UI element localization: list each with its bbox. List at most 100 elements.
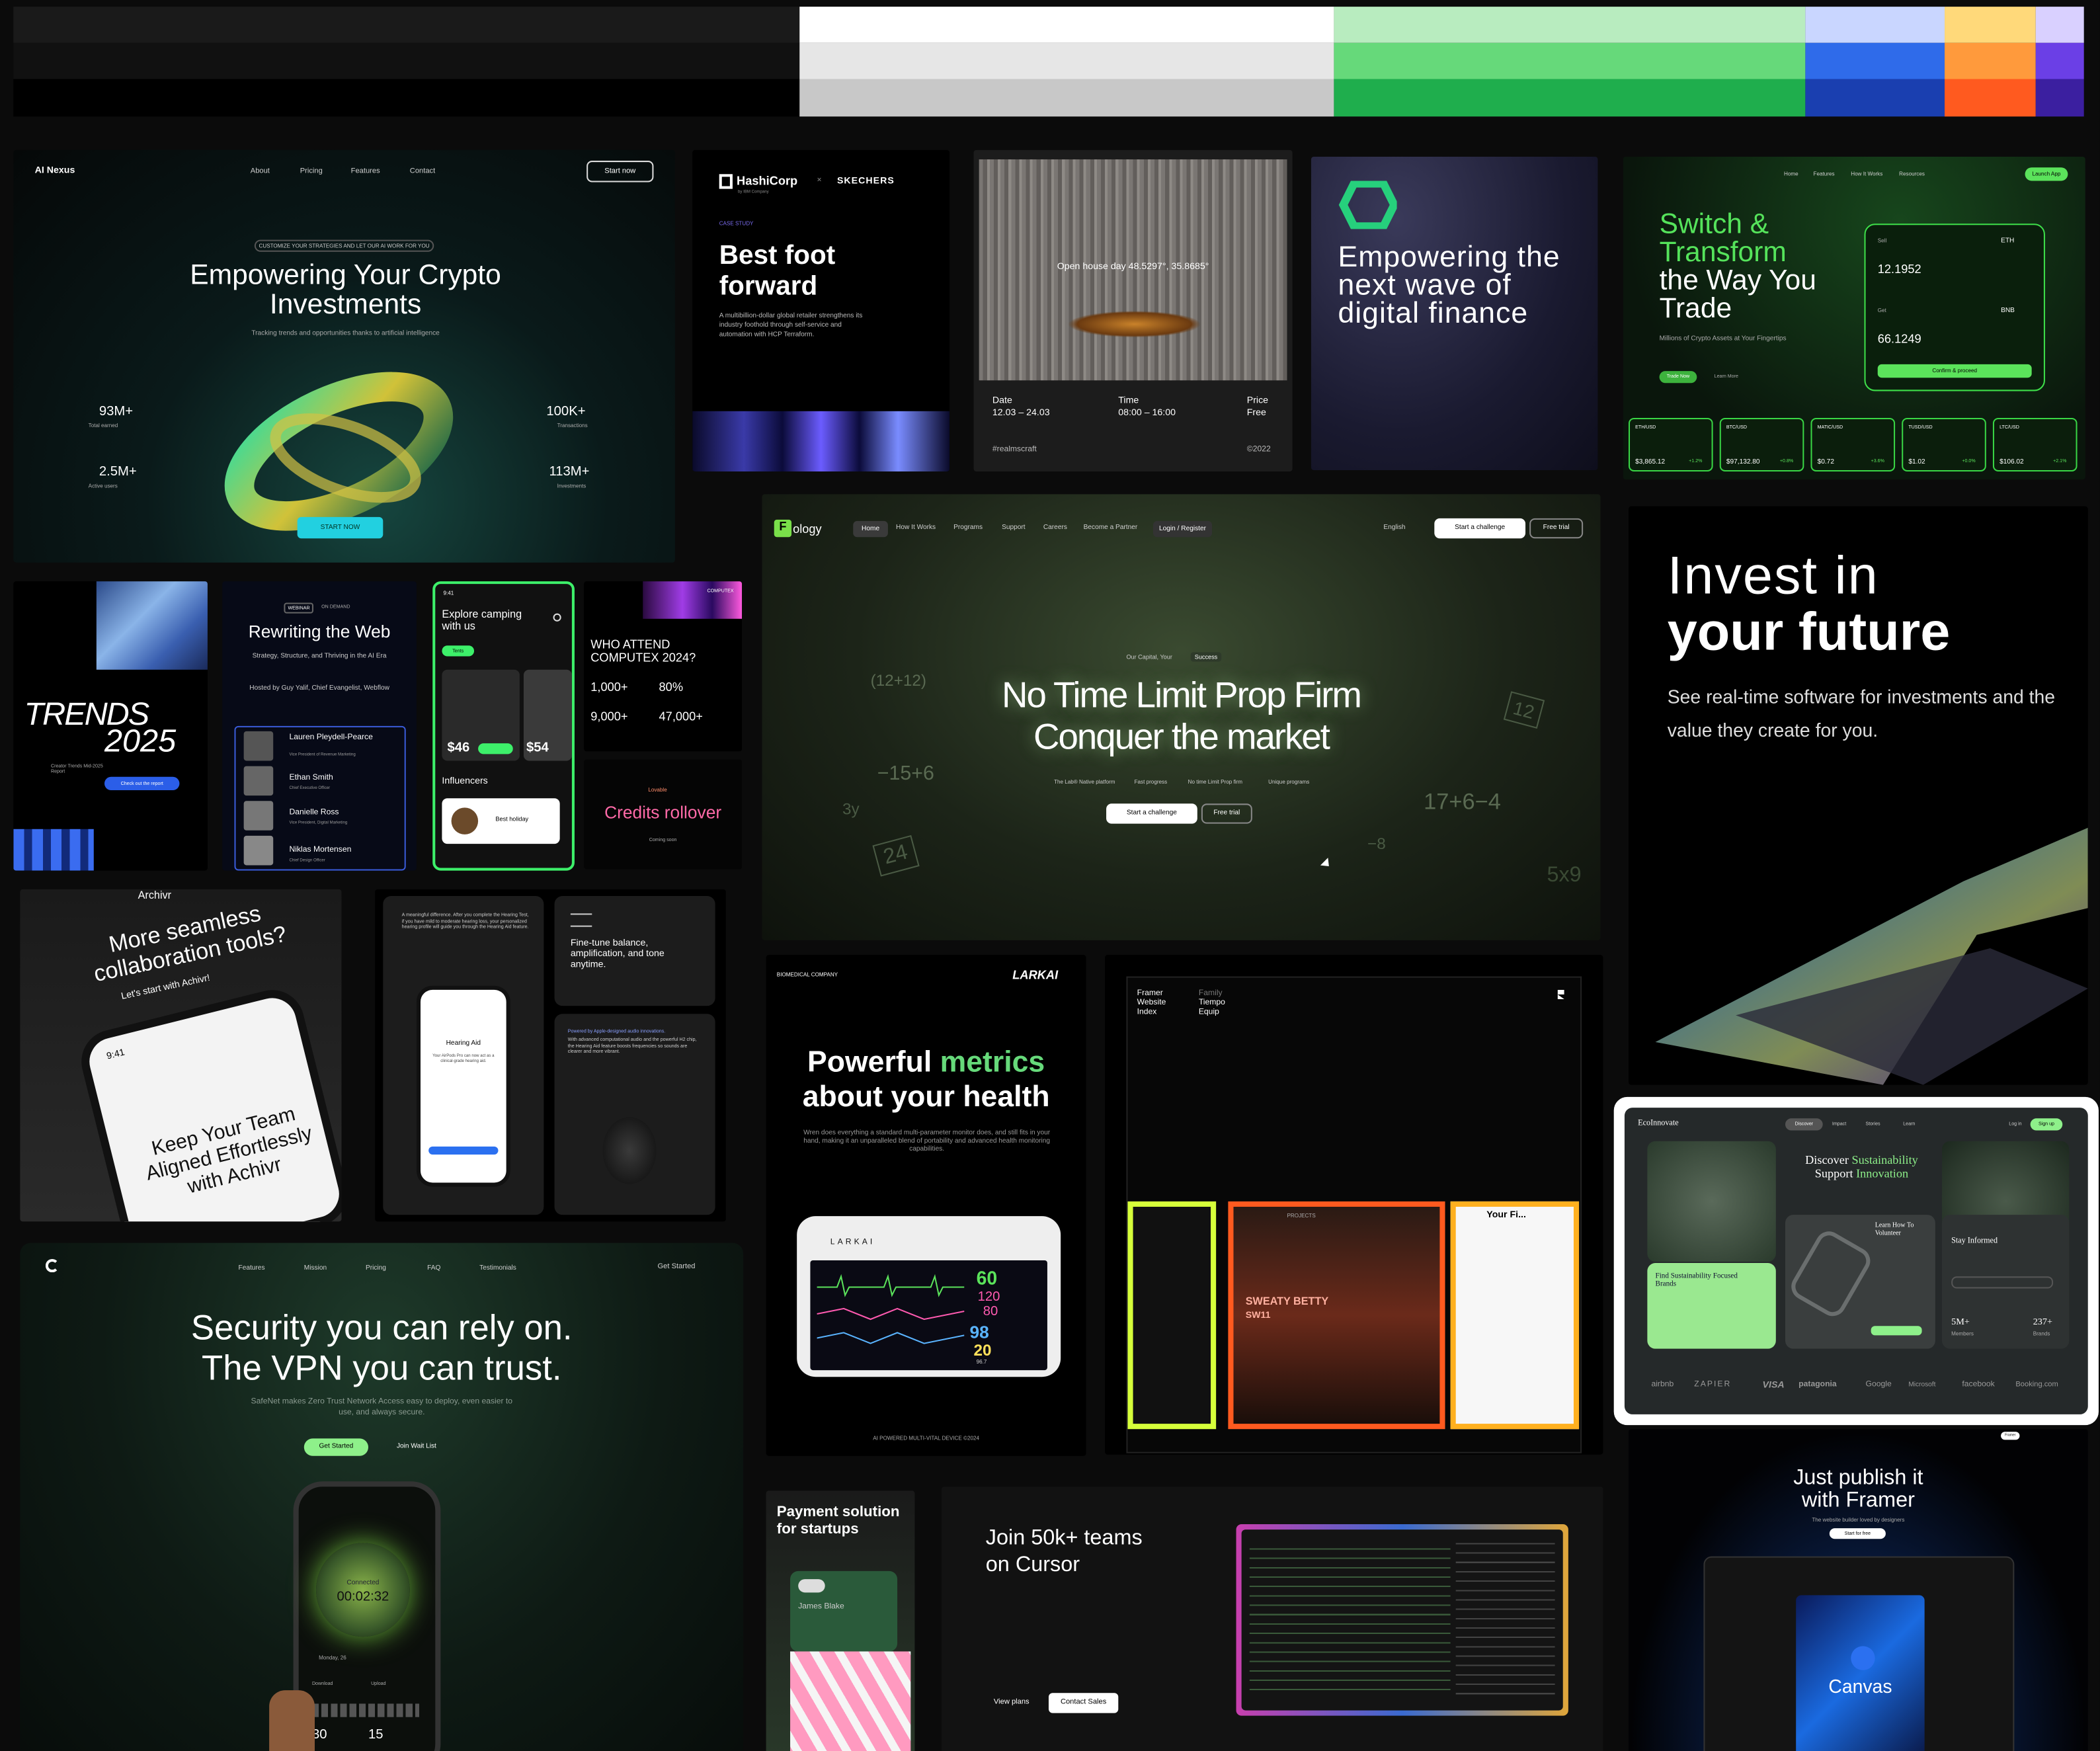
safenet-nav-mission[interactable]: Mission (304, 1264, 327, 1272)
eco-email-input[interactable] (1951, 1276, 2054, 1289)
eco-login-link[interactable]: Log in (2009, 1121, 2021, 1126)
safenet-nav-pricing[interactable]: Pricing (366, 1264, 386, 1272)
open-house-year: ©2022 (1246, 446, 1271, 454)
hearing-audio-head: Powered by Apple-designed audio innovati… (567, 1028, 666, 1034)
eco-signup-button[interactable]: Sign up (2030, 1118, 2063, 1131)
safenet-nav-testimonials[interactable]: Testimonials (479, 1264, 516, 1272)
fxology-nav-support[interactable]: Support (1002, 524, 1025, 532)
hearing-phone-title: Hearing Aid (446, 1039, 481, 1047)
tile-framer-publish: Framer Just publish it with Framer The w… (1629, 1429, 2088, 1751)
safenet-hand (269, 1690, 315, 1751)
fxology-nav-partner[interactable]: Become a Partner (1084, 524, 1138, 532)
swatch-orange-2 (1945, 42, 2036, 79)
eco-volunteer-button[interactable] (1871, 1326, 1922, 1336)
fxology-start-challenge-button[interactable]: Start a challenge (1434, 518, 1526, 539)
framer-index-equip[interactable]: Equip (1199, 1008, 1219, 1016)
fxology-nav-programs[interactable]: Programs (953, 524, 983, 532)
safenet-logo-icon[interactable] (45, 1258, 60, 1273)
open-house-price-label: Price (1246, 396, 1269, 406)
computex-graphic (643, 581, 743, 619)
safenet-get-started-button[interactable]: Get Started (303, 1438, 369, 1456)
ai-nexus-start-now-button[interactable]: Start now (586, 161, 654, 183)
ticker-card[interactable]: BTC/USD $97,132.80 +0.8% (1719, 417, 1804, 471)
tile-framer-index: Framer Website Index Family Tiempo Equip… (1105, 955, 1603, 1455)
eco-nav-learn[interactable]: Learn (1903, 1121, 1915, 1126)
eco-card-informed-title: Stay Informed (1951, 1237, 1998, 1246)
framer-index-card-1[interactable] (1127, 1201, 1217, 1430)
fxology-logo-mark[interactable]: F (774, 519, 792, 538)
eco-nav-impact[interactable]: Impact (1832, 1121, 1846, 1126)
fxology-logo[interactable]: ology (793, 522, 822, 536)
speaker-name: Niklas Mortensen (289, 846, 352, 855)
trends-photo-collage (96, 581, 208, 670)
achivr-title: More seamless collaboration tools? (91, 901, 289, 987)
switch-learn-link[interactable]: Learn More (1715, 374, 1738, 379)
fxology-nav-careers[interactable]: Careers (1043, 524, 1067, 532)
swatch-white-3 (799, 79, 1334, 117)
payment-card-name: James Blake (798, 1603, 844, 1611)
fxology-hero-challenge-button[interactable]: Start a challenge (1106, 803, 1197, 824)
play-icon[interactable] (1851, 1646, 1875, 1670)
switch-nav-resources[interactable]: Resources (1899, 170, 1925, 177)
ticker-card[interactable]: LTC/USD $106.02 +2.1% (1992, 417, 2078, 471)
computex-stat-3: 9,000+ (590, 710, 628, 723)
framer-index-tiempo[interactable]: Tiempo (1199, 999, 1225, 1007)
swatch-blue-2 (1805, 42, 1945, 79)
ai-nexus-nav-features[interactable]: Features (351, 167, 380, 175)
ai-nexus-nav-contact[interactable]: Contact (410, 167, 435, 175)
fxology-language-select[interactable]: English (1383, 524, 1405, 532)
hearing-phone (416, 985, 510, 1187)
framer-pill[interactable]: Framer (2001, 1432, 2020, 1440)
switch-trade-button[interactable]: Trade Now (1659, 371, 1697, 384)
switch-sell-value[interactable]: 12.1952 (1878, 263, 1921, 276)
achivr-logo: Archivr (138, 889, 172, 902)
hearing-phone-button[interactable] (428, 1146, 499, 1155)
fxology-nav-home[interactable]: Home (853, 520, 888, 538)
switch-sell-coin[interactable]: ETH (2001, 237, 2014, 245)
framer-canvas[interactable] (1796, 1595, 1925, 1751)
safenet-nav-features[interactable]: Features (239, 1264, 265, 1272)
switch-nav-how[interactable]: How It Works (1851, 170, 1882, 177)
trends-subtitle: Creator Trends Mid-2025 Report (50, 763, 103, 774)
framer-index-family[interactable]: Family (1199, 990, 1223, 998)
ai-nexus-logo[interactable]: AI Nexus (35, 166, 75, 175)
eco-logo[interactable]: EcoInnovate (1638, 1120, 1678, 1127)
framer-start-button[interactable]: Start for free (1829, 1528, 1886, 1539)
switch-get-coin[interactable]: BNB (2001, 307, 2015, 315)
ai-nexus-stat-1-value: 93M+ (99, 404, 134, 419)
switch-nav-features[interactable]: Features (1814, 170, 1835, 177)
framer-index-card-3[interactable] (1450, 1201, 1580, 1430)
fxology-nav-login[interactable]: Login / Register (1152, 520, 1213, 538)
invest-title-2: your future (1667, 602, 1951, 662)
switch-get-value[interactable]: 66.1249 (1878, 332, 1921, 345)
fxology-nav-how[interactable]: How It Works (896, 524, 936, 532)
fxology-hero-trial-button[interactable]: Free trial (1201, 803, 1252, 824)
ai-nexus-nav-about[interactable]: About (251, 167, 270, 175)
ai-nexus-start-button[interactable]: START NOW (297, 516, 384, 539)
payment-toggle[interactable] (798, 1579, 825, 1593)
larkai-title-line-1: Powerful metrics (766, 1045, 1086, 1080)
cursor-view-plans-link[interactable]: View plans (994, 1698, 1030, 1706)
trends-pixel-art (13, 829, 94, 871)
safenet-get-started-link[interactable]: Get Started (658, 1263, 696, 1271)
ticker-card[interactable]: ETH/USD $3,865.12 +1.2% (1629, 417, 1713, 471)
eco-nav-discover[interactable]: Discover (1785, 1118, 1823, 1131)
ticker-card[interactable]: TUSD/USD $1.02 +0.0% (1902, 417, 1986, 471)
eco-nav-stories[interactable]: Stories (1866, 1121, 1880, 1126)
speaker-name: Lauren Pleydell-Pearce (289, 733, 373, 743)
switch-confirm-button[interactable]: Confirm & proceed (1877, 364, 2032, 378)
camping-chip-tents[interactable]: Tents (442, 645, 475, 657)
switch-launch-button[interactable]: Launch App (2025, 167, 2068, 181)
switch-nav-home[interactable]: Home (1784, 170, 1798, 177)
ai-nexus-nav-pricing[interactable]: Pricing (300, 167, 323, 175)
cursor-contact-sales-button[interactable]: Contact Sales (1048, 1693, 1119, 1713)
webinar-title: Rewriting the Web (248, 621, 391, 642)
safenet-wait-list-button[interactable]: Join Wait List (382, 1438, 451, 1455)
ticker-card[interactable]: MATIC/USD $0.72 +3.6% (1810, 417, 1896, 471)
safenet-nav-faq[interactable]: FAQ (427, 1264, 440, 1272)
trends-report-button[interactable]: Check out the report (104, 776, 180, 791)
camping-add-button[interactable] (478, 743, 513, 754)
cursor-editor[interactable] (1241, 1529, 1563, 1711)
search-icon[interactable] (553, 613, 561, 622)
fxology-free-trial-button[interactable]: Free trial (1529, 518, 1584, 539)
